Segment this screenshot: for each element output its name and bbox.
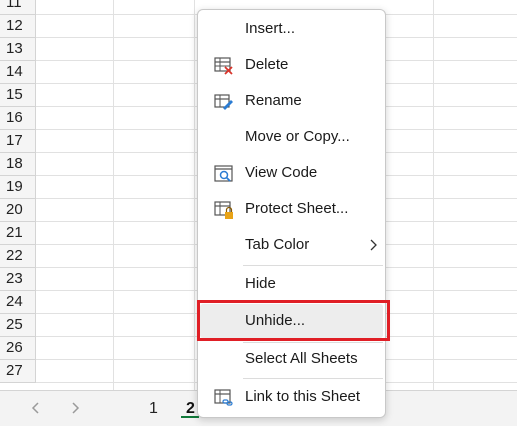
row-header[interactable]: 26 bbox=[0, 337, 36, 360]
menu-item-label: Unhide... bbox=[245, 312, 306, 329]
row-header[interactable]: 19 bbox=[0, 176, 36, 199]
row-header[interactable]: 24 bbox=[0, 291, 36, 314]
sheet-tab-context-menu: Insert... Delete Rename Move or Copy... bbox=[197, 9, 386, 418]
rename-sheet-icon bbox=[214, 94, 233, 110]
menu-item-label: Insert... bbox=[245, 20, 296, 37]
row-header[interactable]: 27 bbox=[0, 360, 36, 383]
menu-item-insert[interactable]: Insert... bbox=[200, 12, 383, 46]
view-code-icon bbox=[214, 165, 233, 182]
menu-item-view-code[interactable]: View Code bbox=[200, 156, 383, 190]
sheet-tab-2[interactable]: 2 bbox=[186, 391, 195, 427]
chevron-right-icon[interactable] bbox=[68, 401, 82, 415]
menu-item-label: Hide bbox=[245, 275, 276, 292]
menu-item-label: Tab Color bbox=[245, 236, 310, 253]
row-header[interactable]: 21 bbox=[0, 222, 36, 245]
menu-item-label: Link to this Sheet bbox=[245, 388, 361, 405]
menu-item-hide[interactable]: Hide bbox=[200, 267, 383, 301]
menu-item-label: Delete bbox=[245, 56, 289, 73]
menu-item-label: Select All Sheets bbox=[245, 350, 358, 367]
menu-item-label: View Code bbox=[245, 164, 318, 181]
menu-item-link-to-this-sheet[interactable]: Link to this Sheet bbox=[200, 380, 383, 414]
protect-sheet-icon bbox=[214, 201, 233, 219]
row-header[interactable]: 15 bbox=[0, 84, 36, 107]
row-header[interactable]: 13 bbox=[0, 38, 36, 61]
menu-item-label: Move or Copy... bbox=[245, 128, 350, 145]
row-header[interactable]: 17 bbox=[0, 130, 36, 153]
row-header[interactable]: 12 bbox=[0, 15, 36, 38]
menu-item-tab-color[interactable]: Tab Color bbox=[200, 228, 383, 262]
row-header[interactable]: 11 bbox=[0, 0, 36, 15]
delete-sheet-icon bbox=[214, 57, 233, 75]
menu-item-label: Protect Sheet... bbox=[245, 200, 349, 217]
chevron-right-icon bbox=[370, 239, 377, 251]
link-sheet-icon bbox=[214, 389, 233, 406]
menu-item-select-all-sheets[interactable]: Select All Sheets bbox=[200, 342, 383, 376]
menu-item-label: Rename bbox=[245, 92, 302, 109]
menu-item-unhide[interactable]: Unhide... bbox=[200, 304, 383, 338]
chevron-left-icon[interactable] bbox=[29, 401, 43, 415]
menu-separator bbox=[243, 378, 383, 379]
menu-item-move-or-copy[interactable]: Move or Copy... bbox=[200, 120, 383, 154]
menu-item-rename[interactable]: Rename bbox=[200, 84, 383, 118]
row-header[interactable]: 25 bbox=[0, 314, 36, 337]
menu-separator bbox=[243, 265, 383, 266]
row-header[interactable]: 18 bbox=[0, 153, 36, 176]
active-tab-indicator bbox=[181, 416, 199, 418]
row-header[interactable]: 22 bbox=[0, 245, 36, 268]
row-header[interactable]: 14 bbox=[0, 61, 36, 84]
row-header[interactable]: 16 bbox=[0, 107, 36, 130]
row-header[interactable]: 20 bbox=[0, 199, 36, 222]
row-header[interactable]: 23 bbox=[0, 268, 36, 291]
sheet-tab-1[interactable]: 1 bbox=[149, 391, 158, 427]
menu-item-protect-sheet[interactable]: Protect Sheet... bbox=[200, 192, 383, 226]
menu-item-delete[interactable]: Delete bbox=[200, 48, 383, 82]
